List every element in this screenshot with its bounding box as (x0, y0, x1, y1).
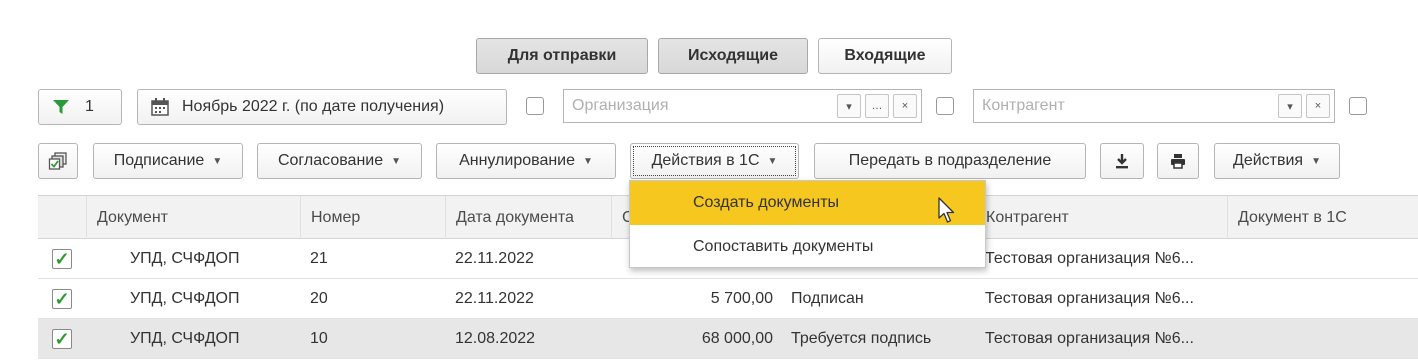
cell-document: УПД, СЧФДОП (130, 290, 240, 307)
tab-for-send[interactable]: Для отправки (476, 38, 648, 74)
tab-incoming[interactable]: Входящие (818, 38, 952, 74)
header-document[interactable]: Документ (86, 196, 300, 239)
cell-counterparty: Тестовая организация №6... (985, 250, 1194, 267)
mouse-cursor-icon (938, 197, 958, 230)
cell-status: Требуется подпись (791, 330, 932, 347)
cell-counterparty: Тестовая организация №6... (985, 330, 1194, 347)
cell-date: 22.11.2022 (455, 250, 534, 267)
filter-icon (51, 97, 71, 117)
chevron-down-icon: ▼ (583, 155, 593, 167)
cell-status: Подписан (791, 290, 864, 307)
table-row[interactable]: ✓ УПД, СЧФДОП 10 12.08.2022 68 000,00 Тр… (38, 319, 1418, 359)
annulment-label: Аннулирование (459, 152, 576, 169)
approval-button[interactable]: Согласование ▼ (257, 143, 422, 179)
row-checkbox[interactable]: ✓ (52, 289, 72, 309)
annulment-button[interactable]: Аннулирование ▼ (436, 143, 616, 179)
chevron-down-icon: ▼ (767, 155, 778, 167)
period-selector[interactable]: Ноябрь 2022 г. (по дате получения) (137, 89, 507, 125)
menu-item-match-documents[interactable]: Сопоставить документы (630, 225, 985, 269)
header-number[interactable]: Номер (300, 196, 445, 239)
extra-checkbox[interactable] (1349, 97, 1367, 115)
signing-label: Подписание (113, 152, 205, 169)
download-button[interactable] (1100, 143, 1144, 179)
header-date[interactable]: Дата документа (445, 196, 611, 239)
chevron-down-icon: ▼ (391, 155, 402, 167)
row-checkbox[interactable]: ✓ (52, 249, 72, 269)
dropdown-arrow-icon[interactable]: ▾ (837, 94, 861, 118)
approval-label: Согласование (277, 152, 384, 169)
cell-document: УПД, СЧФДОП (130, 250, 240, 267)
header-counterparty[interactable]: Контрагент (975, 196, 1227, 239)
download-icon (1113, 152, 1131, 170)
organization-placeholder: Организация (572, 97, 669, 114)
cell-date: 12.08.2022 (455, 330, 536, 347)
tab-outgoing[interactable]: Исходящие (658, 38, 808, 74)
filter-button[interactable]: 1 (38, 89, 122, 125)
cell-number: 21 (310, 250, 328, 267)
counterparty-placeholder: Контрагент (982, 97, 1065, 114)
organization-field[interactable]: Организация ▾ … × (563, 89, 922, 123)
filter-count: 1 (85, 98, 94, 115)
counterparty-checkbox[interactable] (936, 97, 954, 115)
cell-date: 22.11.2022 (455, 290, 534, 307)
copy-list-icon (48, 151, 68, 171)
printer-icon (1169, 152, 1187, 170)
table-row[interactable]: ✓ УПД, СЧФДОП 20 22.11.2022 5 700,00 Под… (38, 279, 1418, 319)
period-label: Ноябрь 2022 г. (по дате получения) (182, 98, 445, 115)
actions-button[interactable]: Действия ▼ (1214, 143, 1340, 179)
clear-icon[interactable]: × (1306, 94, 1330, 118)
actions-1c-label: Действия в 1С (651, 152, 760, 169)
select-all-button[interactable] (38, 143, 78, 179)
cell-number: 10 (310, 330, 328, 347)
chevron-down-icon: ▼ (1311, 155, 1321, 167)
chevron-down-icon: ▼ (212, 155, 223, 167)
row-checkbox[interactable]: ✓ (52, 329, 72, 349)
cell-document: УПД, СЧФДОП (130, 330, 240, 347)
print-button[interactable] (1157, 143, 1199, 179)
actions-1c-menu: Создать документы Сопоставить документы (629, 180, 986, 268)
menu-item-create-documents[interactable]: Создать документы (630, 181, 985, 225)
calendar-icon (150, 97, 170, 117)
counterparty-field[interactable]: Контрагент ▾ × (973, 89, 1335, 123)
transfer-label: Передать в подразделение (848, 152, 1052, 169)
more-icon[interactable]: … (865, 94, 889, 118)
cell-amount: 5 700,00 (710, 290, 773, 307)
actions-label: Действия (1232, 152, 1304, 169)
header-check (38, 196, 86, 239)
dropdown-arrow-icon[interactable]: ▾ (1278, 94, 1302, 118)
cell-number: 20 (310, 290, 328, 307)
cell-amount: 68 000,00 (701, 330, 773, 347)
actions-1c-button[interactable]: Действия в 1С ▼ (630, 143, 799, 179)
transfer-button[interactable]: Передать в подразделение (814, 143, 1086, 179)
signing-button[interactable]: Подписание ▼ (93, 143, 243, 179)
cell-counterparty: Тестовая организация №6... (985, 290, 1194, 307)
header-doc-1c[interactable]: Документ в 1С (1227, 196, 1418, 239)
clear-icon[interactable]: × (893, 94, 917, 118)
organization-checkbox[interactable] (526, 97, 544, 115)
